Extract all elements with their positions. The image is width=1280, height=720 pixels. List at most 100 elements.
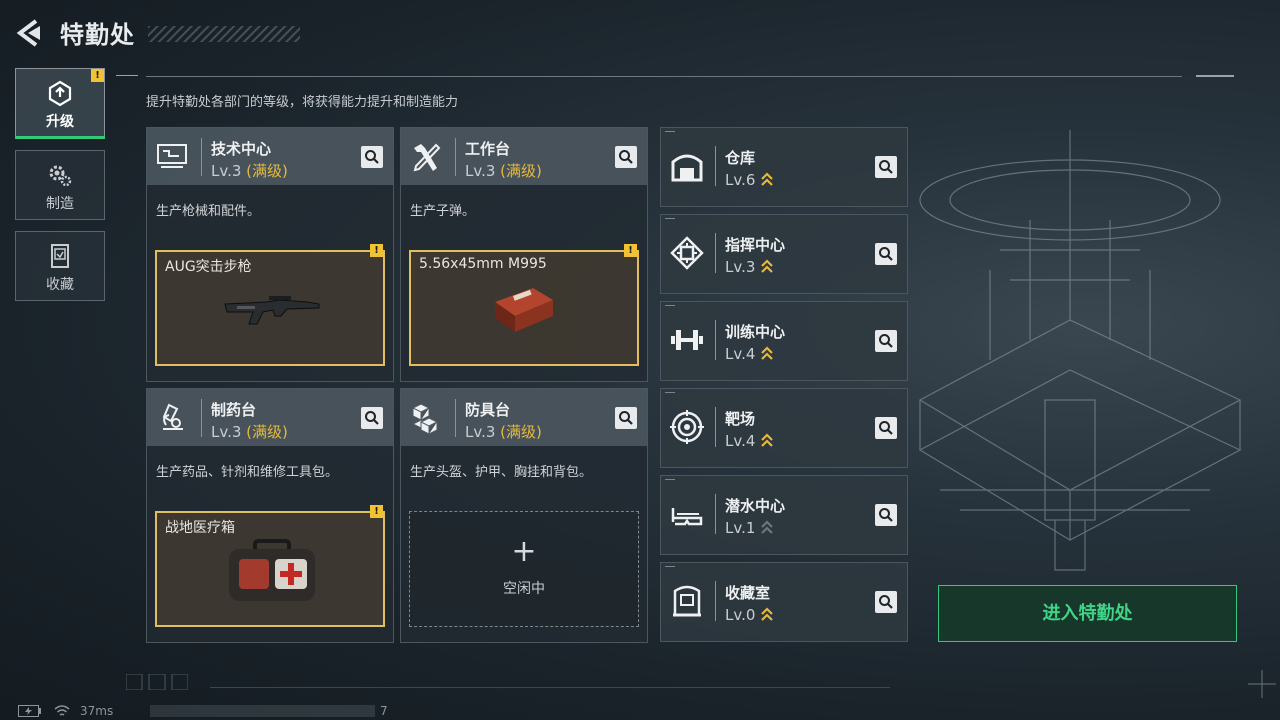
search-button[interactable] (875, 243, 897, 265)
divider (715, 407, 716, 447)
collection-icon (51, 244, 69, 268)
crafting-slot[interactable]: 5.56x45mm M995 ! (409, 244, 639, 366)
back-button[interactable] (14, 18, 44, 48)
search-icon (879, 421, 893, 435)
ping-readout: 37ms (80, 704, 114, 718)
card-description: 生产子弹。 (410, 204, 476, 219)
title-decoration (148, 26, 300, 42)
upgrade-available-icon (761, 433, 773, 447)
corner-tick (665, 305, 675, 306)
status-bar: 37ms 7 (0, 700, 1280, 720)
card-header: 制药台 Lv.3 (满级) (147, 389, 393, 446)
search-icon (879, 334, 893, 348)
blurred-text-bar (150, 705, 375, 717)
facility-name: 潜水中心 (725, 497, 786, 515)
level-value: Lv.3 (465, 162, 496, 180)
search-button[interactable] (875, 591, 897, 613)
card-level: Lv.3 (满级) (211, 160, 288, 181)
page-title: 特勤处 (60, 21, 135, 49)
facility-level: Lv.0 (725, 606, 774, 624)
facility-name: 收藏室 (725, 584, 771, 602)
corner-tick (665, 566, 675, 567)
facility-collection-room[interactable]: 收藏室 Lv.0 (660, 562, 908, 642)
facility-level: Lv.3 (725, 258, 774, 276)
empty-crafting-slot[interactable]: + 空闲中 (409, 511, 639, 627)
divider (715, 320, 716, 360)
medkit-image (229, 539, 315, 601)
crosshair-decoration (1248, 670, 1276, 698)
divider (201, 138, 202, 176)
crafting-slot[interactable]: AUG突击步枪 ! (155, 244, 385, 366)
upgrade-icon (48, 80, 72, 107)
facility-shooting-range[interactable]: 靶场 Lv.4 (660, 388, 908, 468)
corner-tick (665, 131, 675, 132)
card-header: 技术中心 Lv.3 (满级) (147, 128, 393, 185)
collection-room-icon (673, 585, 701, 617)
search-button[interactable] (361, 407, 383, 429)
tab-craft[interactable]: 制造 (15, 150, 105, 220)
facility-warehouse[interactable]: 仓库 Lv.6 (660, 127, 908, 207)
facility-command-center[interactable]: 指挥中心 Lv.3 (660, 214, 908, 294)
corner-tick (665, 392, 675, 393)
slot-item-name: 5.56x45mm M995 (419, 256, 547, 272)
tab-collection-label: 收藏 (46, 277, 74, 293)
bottom-divider (210, 687, 890, 688)
upgrade-available-icon (761, 346, 773, 360)
slot-item-name: AUG突击步枪 (165, 259, 252, 275)
tab-collection[interactable]: 收藏 (15, 231, 105, 301)
max-level-tag: (满级) (246, 162, 288, 180)
divider (715, 146, 716, 186)
crafting-slot[interactable]: 战地医疗箱 ! (155, 505, 385, 627)
search-button[interactable] (875, 504, 897, 526)
facility-level: Lv.6 (725, 171, 774, 189)
ammo-box-image (495, 288, 553, 332)
card-tech-center: 技术中心 Lv.3 (满级) 生产枪械和配件。 AUG突击步枪 ! (146, 127, 394, 382)
card-title: 工作台 (465, 140, 511, 158)
upgrade-available-icon (761, 259, 773, 273)
search-button[interactable] (875, 330, 897, 352)
facility-training-center[interactable]: 训练中心 Lv.4 (660, 301, 908, 381)
level-value: Lv.3 (725, 258, 756, 276)
rifle-image (224, 296, 320, 325)
card-level: Lv.3 (满级) (465, 160, 542, 181)
page-subtitle: 提升特勤处各部门的等级，将获得能力提升和制造能力 (146, 95, 459, 110)
facility-name: 训练中心 (725, 323, 786, 341)
card-pharmacy: 制药台 Lv.3 (满级) 生产药品、针剂和维修工具包。 战地医疗箱 ! (146, 388, 394, 643)
search-button[interactable] (875, 417, 897, 439)
card-description: 生产枪械和配件。 (156, 204, 261, 219)
corner-tick (665, 479, 675, 480)
search-button[interactable] (361, 146, 383, 168)
divider (455, 399, 456, 437)
divider (715, 233, 716, 273)
card-title: 技术中心 (211, 140, 272, 158)
card-title: 防具台 (465, 401, 511, 419)
card-level: Lv.3 (满级) (465, 421, 542, 442)
level-value: Lv.0 (725, 606, 756, 624)
divider (455, 138, 456, 176)
slot-item-name: 战地医疗箱 (165, 520, 235, 536)
card-description: 生产药品、针剂和维修工具包。 (156, 465, 339, 480)
search-button[interactable] (615, 146, 637, 168)
facility-name: 仓库 (725, 149, 756, 167)
search-icon (619, 411, 633, 425)
tab-upgrade[interactable]: 升级 ! (15, 68, 105, 138)
upgrade-available-icon (761, 172, 773, 186)
facility-diving-center[interactable]: 潜水中心 Lv.1 (660, 475, 908, 555)
level-value: Lv.3 (465, 423, 496, 441)
enter-special-ops-button[interactable]: 进入特勤处 (938, 585, 1237, 642)
card-title: 制药台 (211, 401, 257, 419)
facility-name: 指挥中心 (725, 236, 786, 254)
gear-icon (49, 165, 72, 187)
search-icon (365, 150, 379, 164)
plus-icon: + (511, 534, 537, 569)
search-button[interactable] (875, 156, 897, 178)
upgrade-locked-icon (761, 520, 773, 534)
workbench-icon (413, 143, 441, 172)
battery-icon (18, 705, 41, 717)
active-tab-indicator (15, 136, 105, 139)
search-icon (619, 150, 633, 164)
max-level-tag: (满级) (500, 162, 542, 180)
facility-level: Lv.1 (725, 519, 774, 537)
search-button[interactable] (615, 407, 637, 429)
training-center-icon (671, 330, 703, 350)
